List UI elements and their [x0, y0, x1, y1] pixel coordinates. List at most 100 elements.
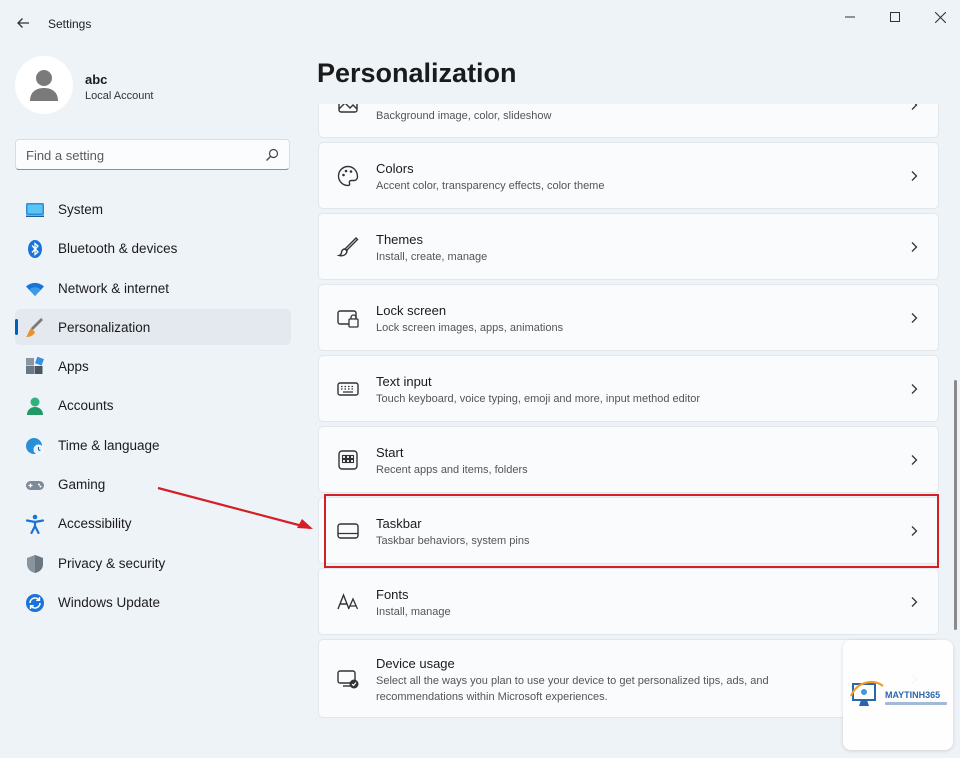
- sidebar-item-label: Windows Update: [58, 594, 161, 610]
- chevron-right-icon: [911, 597, 918, 607]
- chevron-right-icon: [911, 526, 918, 536]
- back-button[interactable]: [12, 12, 34, 34]
- sidebar-item-accounts[interactable]: Accounts: [15, 387, 291, 423]
- sidebar-item-system[interactable]: System: [15, 191, 291, 227]
- sidebar-item-label: Bluetooth & devices: [58, 241, 178, 257]
- brush-icon: [26, 317, 43, 337]
- maytinh365-logo-icon: [849, 680, 884, 706]
- avatar: [15, 56, 73, 114]
- keyboard-icon: [337, 382, 359, 396]
- chevron-right-icon: [911, 104, 918, 110]
- setting-description: Accent color, transparency effects, colo…: [376, 180, 605, 192]
- close-icon: [934, 11, 946, 23]
- setting-description: Background image, color, slideshow: [376, 110, 552, 122]
- sidebar-nav: System Bluetooth & devices Network & int…: [15, 191, 291, 623]
- chevron-right-icon: [911, 384, 918, 394]
- setting-card-start[interactable]: Start Recent apps and items, folders: [318, 426, 939, 493]
- setting-title: Start: [376, 445, 404, 460]
- person-icon: [27, 397, 43, 416]
- setting-description: Select all the ways you plan to use your…: [376, 675, 769, 703]
- setting-description: Lock screen images, apps, animations: [376, 322, 564, 334]
- image-icon: [338, 104, 358, 113]
- chevron-right-icon: [911, 455, 918, 465]
- sidebar-item-label: Gaming: [58, 477, 106, 493]
- watermark: MAYTINH365: [843, 640, 953, 750]
- sidebar-item-network[interactable]: Network & internet: [15, 270, 291, 306]
- globe-clock-icon: [26, 437, 44, 455]
- wifi-icon: [26, 282, 44, 296]
- sidebar-item-bluetooth[interactable]: Bluetooth & devices: [15, 230, 291, 266]
- device-usage-icon: [337, 670, 359, 689]
- taskbar-icon: [337, 523, 359, 539]
- brush-icon: [336, 237, 359, 257]
- setting-description: Recent apps and items, folders: [376, 464, 528, 476]
- sidebar-item-label: Accessibility: [58, 516, 132, 532]
- sidebar-item-label: Network & internet: [58, 280, 170, 296]
- setting-card-lock-screen[interactable]: Lock screen Lock screen images, apps, an…: [318, 284, 939, 351]
- watermark-brand: MAYTINH365: [885, 690, 941, 700]
- sidebar-item-privacy[interactable]: Privacy & security: [15, 545, 291, 581]
- palette-icon: [337, 165, 359, 187]
- minimize-button[interactable]: [828, 4, 872, 30]
- title-bar: Settings: [0, 0, 960, 46]
- setting-description: Touch keyboard, voice typing, emoji and …: [376, 393, 701, 405]
- search-icon[interactable]: [265, 148, 279, 162]
- sidebar-item-label: System: [58, 202, 104, 217]
- setting-card-colors[interactable]: Colors Accent color, transparency effect…: [318, 142, 939, 209]
- accessibility-icon: [25, 515, 45, 535]
- maximize-button[interactable]: [873, 4, 917, 30]
- setting-title: Taskbar: [376, 516, 422, 531]
- setting-description: Install, create, manage: [376, 251, 488, 263]
- gamepad-icon: [26, 481, 44, 491]
- app-title: Settings: [48, 17, 92, 31]
- user-name: abc: [85, 72, 108, 87]
- chevron-right-icon: [911, 171, 918, 181]
- annotation-arrow: [157, 486, 313, 530]
- setting-card-background[interactable]: Background image, color, slideshow: [318, 104, 939, 138]
- sidebar-item-personalization[interactable]: Personalization: [15, 308, 291, 345]
- search-input[interactable]: [26, 146, 256, 164]
- bluetooth-icon: [28, 240, 42, 259]
- setting-title: Themes: [376, 232, 423, 247]
- setting-card-taskbar[interactable]: Taskbar Taskbar behaviors, system pins: [318, 497, 939, 564]
- sidebar-item-time-language[interactable]: Time & language: [15, 427, 291, 463]
- sidebar-item-label: Apps: [58, 359, 89, 375]
- account-type: Local Account: [85, 90, 154, 102]
- back-arrow-icon: [17, 18, 29, 28]
- sidebar-item-label: Privacy & security: [58, 555, 166, 571]
- person-avatar-icon: [30, 70, 58, 101]
- search-box[interactable]: [15, 139, 290, 170]
- sidebar-item-label: Accounts: [58, 398, 114, 414]
- setting-title: Fonts: [376, 587, 409, 602]
- font-icon: [337, 593, 359, 610]
- setting-description: Install, manage: [376, 606, 451, 618]
- chevron-right-icon: [911, 242, 918, 252]
- active-indicator: [15, 318, 18, 335]
- sidebar-item-windows-update[interactable]: Windows Update: [15, 584, 291, 620]
- minimize-icon: [845, 16, 855, 18]
- sidebar-item-label: Personalization: [58, 319, 151, 335]
- maximize-icon: [890, 12, 900, 22]
- apps-icon: [26, 357, 44, 375]
- sidebar-item-label: Time & language: [58, 437, 160, 453]
- chevron-right-icon: [911, 313, 918, 323]
- setting-title: Text input: [376, 374, 432, 389]
- setting-title: Lock screen: [376, 303, 447, 318]
- user-profile[interactable]: abc Local Account: [15, 56, 295, 116]
- setting-title: Colors: [376, 161, 414, 176]
- setting-card-text-input[interactable]: Text input Touch keyboard, voice typing,…: [318, 355, 939, 422]
- sidebar-item-apps[interactable]: Apps: [15, 348, 291, 384]
- watermark-subline: [885, 702, 947, 705]
- setting-description: Taskbar behaviors, system pins: [376, 535, 530, 547]
- close-button[interactable]: [918, 4, 960, 30]
- lock-screen-icon: [337, 310, 359, 328]
- setting-card-fonts[interactable]: Fonts Install, manage: [318, 568, 939, 635]
- system-icon: [26, 203, 44, 217]
- update-icon: [26, 593, 44, 612]
- setting-title: Device usage: [376, 656, 455, 671]
- start-icon: [338, 450, 358, 470]
- setting-card-themes[interactable]: Themes Install, create, manage: [318, 213, 939, 280]
- shield-icon: [27, 554, 43, 573]
- scrollbar[interactable]: [954, 380, 957, 630]
- page-title: Personalization: [317, 58, 517, 88]
